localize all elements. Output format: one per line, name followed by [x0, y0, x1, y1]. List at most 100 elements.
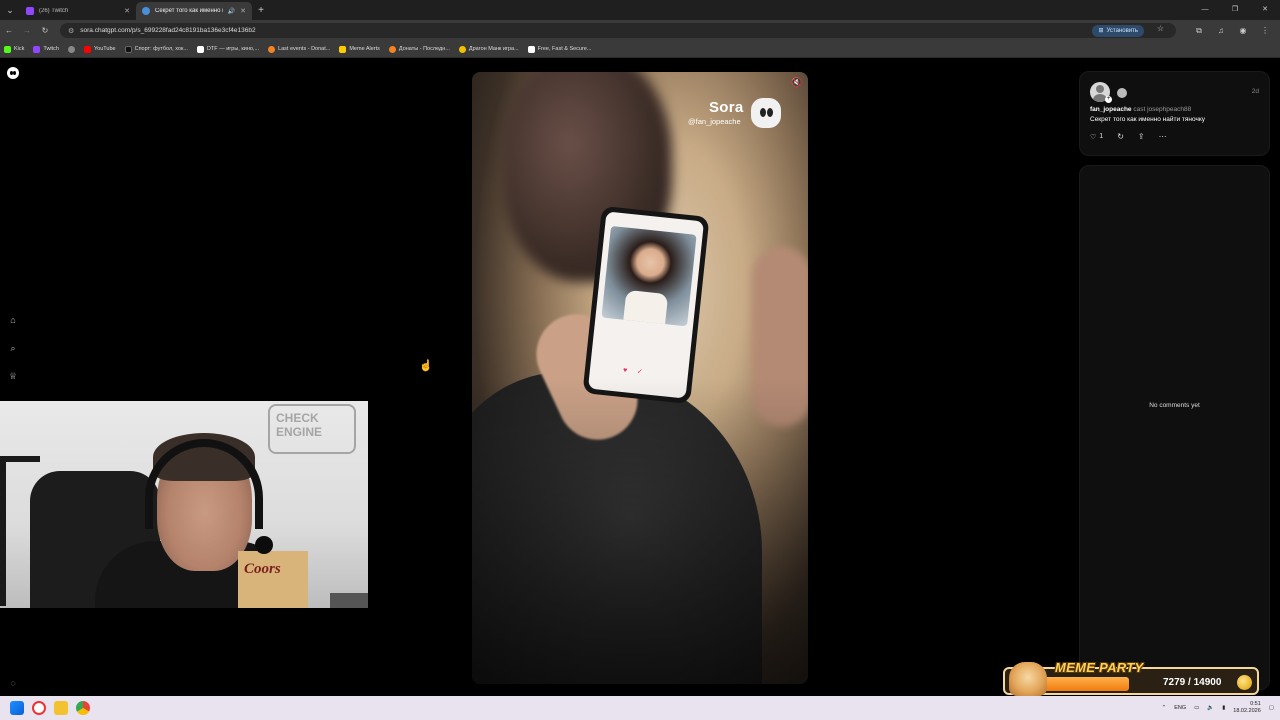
language-indicator[interactable]: ENG	[1174, 705, 1186, 711]
bookmarks-bar: Kick Twitch YouTube Спорт: футбол, хок..…	[0, 41, 1280, 58]
close-tab-icon[interactable]: ✕	[124, 7, 130, 15]
post-meta: fan_jopeache cast josephpeach88	[1090, 106, 1191, 113]
bookmark-label: Спорт: футбол, хок...	[134, 46, 188, 52]
bookmark-item[interactable]: Free, Fast & Secure...	[527, 45, 592, 53]
bookmark-star-icon[interactable]: ☆	[1157, 24, 1164, 33]
clock-time: 0:51	[1250, 701, 1261, 707]
tab-audio-icon[interactable]: 🔊	[228, 8, 235, 15]
network-icon[interactable]: ▭	[1194, 705, 1199, 711]
install-label: Установить	[1106, 27, 1139, 34]
bookmark-item[interactable]: Twitch	[33, 45, 59, 53]
media-controls-icon[interactable]: ♫	[1210, 26, 1232, 35]
mute-icon[interactable]: 🔇	[791, 77, 803, 89]
remix-icon[interactable]: ↻	[1117, 132, 1124, 141]
bookmark-label: YouTube	[93, 46, 116, 52]
profile-icon[interactable]: ◌	[6, 676, 20, 690]
bookmark-label: Twitch	[43, 46, 59, 52]
share-icon[interactable]: ⇪	[1138, 132, 1145, 141]
clock[interactable]: 0:51 18.02.2026	[1233, 701, 1261, 715]
home-icon[interactable]: ⌂	[6, 313, 20, 327]
close-tab-icon[interactable]: ✕	[240, 7, 246, 15]
tab-title: (26) Twitch	[39, 8, 69, 14]
bookmark-item[interactable]: DTF — игры, кино,...	[196, 45, 259, 53]
install-app-button[interactable]: ⊞ Установить	[1092, 24, 1144, 37]
install-icon: ⊞	[1098, 28, 1104, 34]
bookmark-label: Драгон Манк игра...	[468, 46, 519, 52]
bookmark-item[interactable]: Meme Alerts	[339, 45, 380, 53]
more-icon[interactable]: ⋯	[1159, 132, 1167, 141]
bookmark-item[interactable]: YouTube	[83, 45, 116, 53]
close-window-icon[interactable]: ✕	[1250, 0, 1280, 20]
comments-panel: No comments yet	[1079, 165, 1270, 690]
bookmark-item[interactable]: Драгон Манк игра...	[458, 45, 519, 53]
browser-right-toolbar: ⧉ ♫ ◉ ⋮	[1188, 20, 1276, 41]
webcam-overlay: CHECK ENGINE Coors	[0, 401, 368, 608]
memealerts-icon	[339, 45, 347, 53]
forward-arrow-icon[interactable]: →	[18, 26, 36, 35]
volume-icon[interactable]: 🔈	[1207, 705, 1214, 711]
bookmark-item[interactable]	[67, 45, 75, 53]
battery-icon[interactable]: ▮	[1222, 705, 1225, 711]
browser-menu-icon[interactable]: ⋮	[1254, 26, 1276, 35]
new-tab-plus-icon[interactable]: +	[252, 5, 270, 16]
tab-title: Секрет того как именно н	[155, 8, 223, 14]
minimize-icon[interactable]: —	[1190, 0, 1220, 20]
windows-taskbar: ⌃ ENG ▭ 🔈 ▮ 0:51 18.02.2026 ▢	[0, 696, 1280, 720]
post-username[interactable]: fan_jopeache	[1090, 106, 1132, 113]
trophy-icon[interactable]: ♕	[6, 369, 20, 383]
bookmark-label: Kick	[14, 46, 25, 52]
sora-logo-icon[interactable]	[7, 67, 19, 79]
globe-icon	[67, 45, 75, 53]
bookmark-item[interactable]: Kick	[4, 45, 25, 53]
watermark-handle: @fan_jopeache	[688, 117, 741, 126]
meme-party-label: MEME PARTY	[1055, 660, 1144, 675]
clock-date: 18.02.2026	[1233, 708, 1261, 714]
no-comments-text: No comments yet	[1149, 402, 1200, 409]
donationalerts-icon	[388, 45, 396, 53]
cameo-avatar[interactable]	[1117, 88, 1127, 98]
youtube-icon	[83, 45, 91, 53]
like-count: 1	[1099, 133, 1104, 140]
address-bar[interactable]: ⚙ sora.chatgpt.com/p/s_699228fad24c8191b…	[60, 23, 1176, 38]
bookmark-label: Last events - Donat...	[278, 46, 331, 52]
reload-icon[interactable]: ↻	[36, 26, 54, 35]
system-tray: ⌃ ENG ▭ 🔈 ▮ 0:51 18.02.2026 ▢	[1162, 696, 1274, 720]
tab-twitch[interactable]: (26) Twitch ✕	[20, 2, 136, 20]
webcam-scene	[330, 593, 368, 608]
back-arrow-icon[interactable]: ←	[0, 26, 18, 35]
post-time: 2d	[1251, 88, 1259, 95]
bookmark-label: Meme Alerts	[349, 46, 380, 52]
follow-plus-icon[interactable]: +	[1105, 96, 1112, 103]
coin-icon	[1237, 675, 1252, 690]
file-explorer-icon[interactable]	[54, 701, 68, 715]
bookmark-label: Free, Fast & Secure...	[537, 46, 592, 52]
windows-start-icon[interactable]	[10, 701, 24, 715]
site-info-icon[interactable]: ⚙	[68, 27, 74, 35]
url-text: sora.chatgpt.com/p/s_699228fad24c8191ba1…	[80, 27, 256, 34]
post-caption: Секрет того как именно найти тяночку	[1090, 116, 1206, 123]
chrome-icon[interactable]	[76, 701, 90, 715]
tab-sora-post[interactable]: Секрет того как именно н 🔊 ✕	[136, 2, 252, 20]
browser-tab-strip: ⌄ (26) Twitch ✕ Секрет того как именно н…	[0, 0, 1280, 20]
mail-icon	[527, 45, 535, 53]
tab-search-chevron-icon[interactable]: ⌄	[0, 0, 20, 20]
profile-icon[interactable]: ◉	[1232, 26, 1254, 35]
tray-chevron-icon[interactable]: ⌃	[1162, 705, 1167, 711]
post-cast[interactable]: cast josephpeach88	[1133, 106, 1191, 113]
webcam-scene	[238, 551, 308, 608]
restore-icon[interactable]: ❐	[1220, 0, 1250, 20]
search-icon[interactable]: ⌕	[6, 341, 20, 355]
dragon-icon	[458, 45, 466, 53]
like-button[interactable]: ♡ 1	[1090, 133, 1103, 141]
bookmark-item[interactable]: Донаты - Последн...	[388, 45, 450, 53]
bookmark-item[interactable]: Last events - Donat...	[268, 45, 331, 53]
video-player[interactable]: ♥ ✓ 🔇 Sora @fan_jopeache	[472, 72, 808, 684]
twitch-icon	[33, 45, 41, 53]
bookmark-label: Донаты - Последн...	[398, 46, 450, 52]
bookmark-item[interactable]: Спорт: футбол, хок...	[124, 45, 188, 53]
sport-icon	[124, 45, 132, 53]
extensions-icon[interactable]: ⧉	[1188, 26, 1210, 36]
notifications-icon[interactable]: ▢	[1269, 705, 1274, 711]
meme-party-count: 7279 / 14900	[1163, 677, 1222, 688]
yandex-browser-icon[interactable]	[32, 701, 46, 715]
